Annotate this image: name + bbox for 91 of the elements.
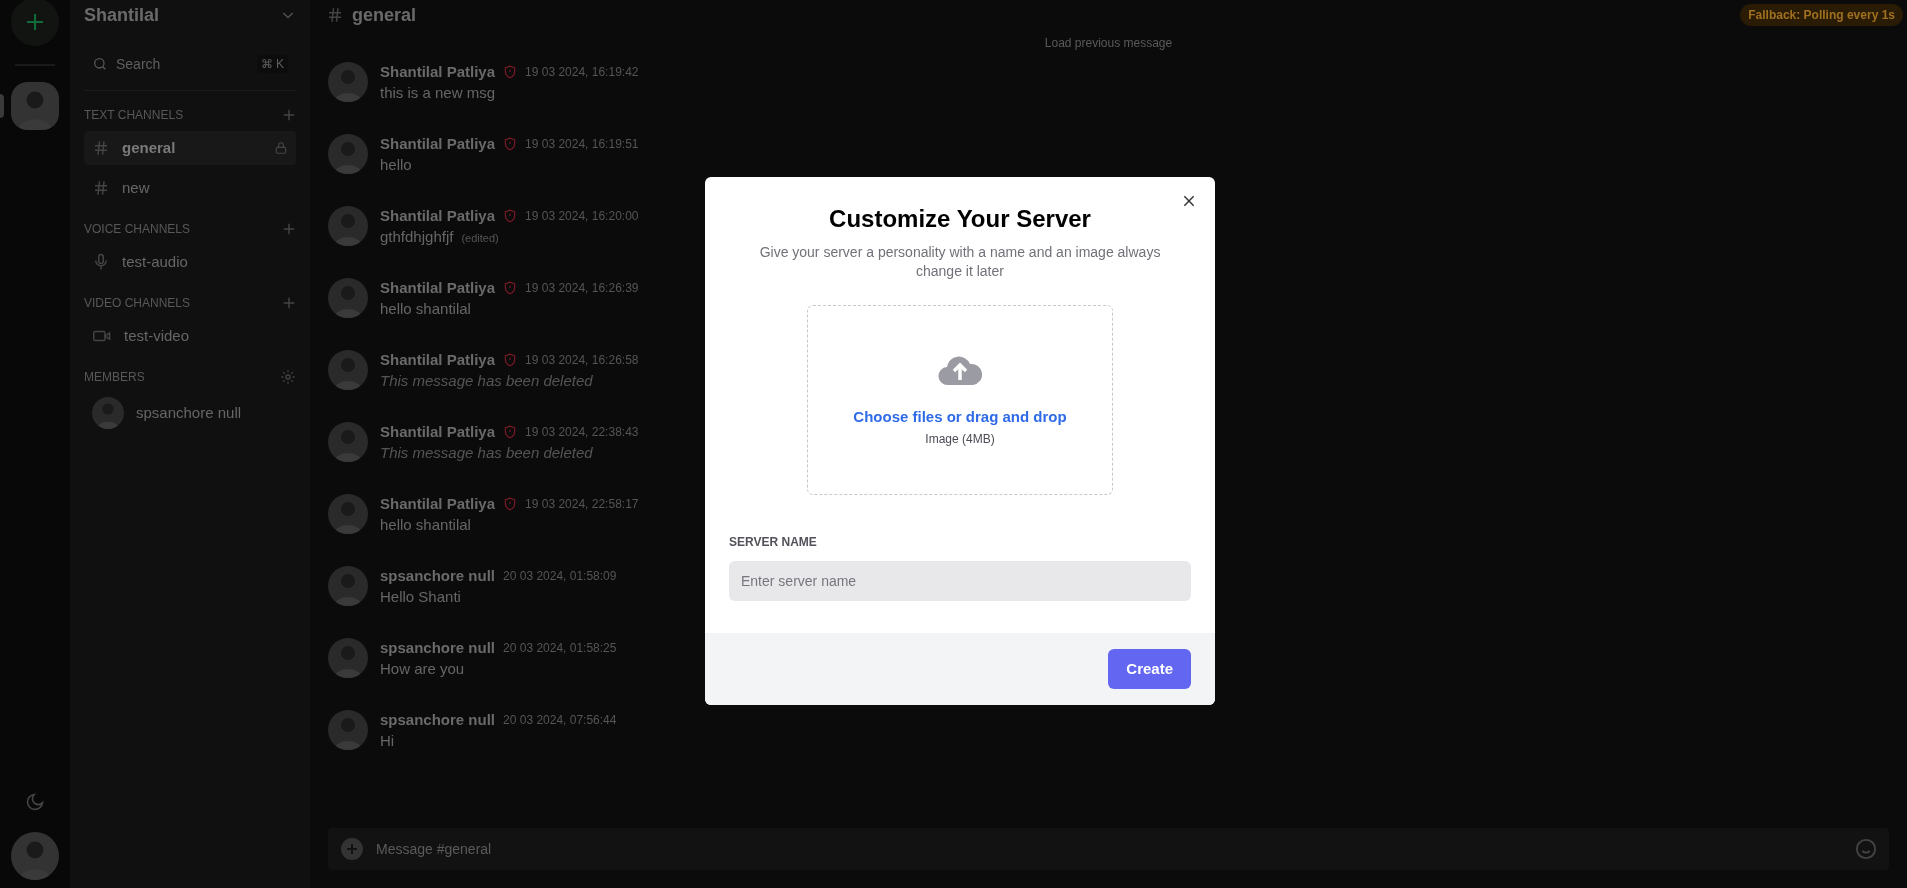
avatar-icon: [328, 494, 368, 534]
avatar-icon: [328, 134, 368, 174]
modal-title: Customize Your Server: [829, 204, 1091, 234]
smiley-icon[interactable]: [1855, 838, 1877, 860]
avatar-icon: [328, 638, 368, 678]
active-indicator: [0, 94, 4, 118]
message-text: hello: [380, 155, 412, 175]
timestamp: 20 03 2024, 01:58:25: [503, 640, 617, 657]
timestamp: 19 03 2024, 16:26:39: [525, 280, 639, 297]
author-name: Shantilal Patliya: [380, 421, 496, 442]
field-label: SERVER NAME: [729, 534, 818, 551]
message-text: this is a new msg: [380, 83, 496, 103]
search-icon: [92, 56, 108, 72]
server-name: Shantilal: [84, 3, 159, 27]
author-name: spsanchore null: [380, 637, 496, 658]
channel-item[interactable]: test-audio: [84, 245, 296, 279]
message-text: Hi: [380, 731, 395, 751]
message-text: hello shantilal: [380, 515, 471, 535]
plus-icon[interactable]: [282, 222, 296, 236]
author-name: Shantilal Patliya: [380, 349, 496, 370]
channel-item[interactable]: new: [84, 171, 296, 205]
channel-title: general: [352, 3, 418, 27]
upload-hint: Image (4MB): [925, 431, 995, 449]
add-server-button[interactable]: [11, 0, 59, 46]
search-placeholder: Search: [116, 54, 162, 74]
plus-icon[interactable]: [282, 296, 296, 310]
message-text: Hello Shanti: [380, 587, 461, 607]
microphone-icon: [92, 253, 110, 271]
channel-item[interactable]: test-video: [84, 319, 296, 353]
close-icon: [1182, 194, 1196, 208]
load-previous-link[interactable]: Load previous message: [1044, 34, 1173, 52]
message-text: This message has been deleted: [380, 371, 593, 391]
author-name: Shantilal Patliya: [380, 133, 496, 154]
author-name: Shantilal Patliya: [380, 61, 496, 82]
search-button[interactable]: Search ⌘ K: [84, 50, 296, 78]
message-text: This message has been deleted: [380, 443, 593, 463]
timestamp: 19 03 2024, 16:26:58: [525, 352, 639, 369]
plus-icon[interactable]: [282, 108, 296, 122]
author-name: spsanchore null: [380, 565, 496, 586]
avatar-icon: [11, 82, 59, 130]
channel-name: spsanchore null: [136, 402, 243, 423]
timestamp: 19 03 2024, 16:20:00: [525, 208, 639, 225]
author-name: Shantilal Patliya: [380, 277, 496, 298]
avatar-icon: [92, 397, 124, 429]
author-name: Shantilal Patliya: [380, 205, 496, 226]
avatar-icon: [328, 206, 368, 246]
message-text: hello shantilal: [380, 299, 471, 319]
section-heading: VIDEO CHANNELS: [84, 295, 191, 312]
timestamp: 19 03 2024, 16:19:51: [525, 136, 639, 153]
avatar-icon: [328, 350, 368, 390]
channel-item[interactable]: general: [84, 131, 296, 165]
avatar-icon: [328, 566, 368, 606]
message-text: gthfdhjghfjf: [380, 227, 454, 247]
avatar-icon: [328, 62, 368, 102]
message-input[interactable]: Message #general: [376, 838, 1843, 860]
avatar-icon: [11, 832, 59, 880]
channel-name: new: [122, 177, 151, 198]
section-heading: TEXT CHANNELS: [84, 107, 184, 124]
channel-name: test-video: [124, 325, 191, 346]
add-attachment-icon[interactable]: [340, 837, 364, 861]
hash-icon: [326, 6, 344, 24]
create-button[interactable]: Create: [1108, 649, 1191, 689]
section-heading: MEMBERS: [84, 369, 145, 386]
hash-icon: [92, 179, 110, 197]
avatar-icon: [328, 278, 368, 318]
status-badge: Fallback: Polling every 1s: [1740, 4, 1903, 26]
author-name: Shantilal Patliya: [380, 493, 496, 514]
user-avatar-button[interactable]: [11, 832, 59, 880]
author-name: spsanchore null: [380, 709, 496, 730]
section-heading: VOICE CHANNELS: [84, 221, 191, 238]
shortcut-hint: ⌘ K: [256, 55, 288, 73]
message-text: How are you: [380, 659, 465, 679]
modal-subtitle: Give your server a personality with a name and an image always change it later: [758, 243, 1162, 281]
choose-files-link[interactable]: Choose files or drag and drop: [853, 405, 1067, 429]
channel-name: test-audio: [122, 251, 189, 272]
edited-label: (edited): [461, 231, 499, 246]
timestamp: 19 03 2024, 22:58:17: [525, 496, 639, 513]
timestamp: 20 03 2024, 01:58:09: [503, 568, 617, 585]
channel-name: general: [122, 137, 177, 158]
member-item[interactable]: spsanchore null: [84, 393, 296, 433]
message-composer[interactable]: Message #general: [328, 828, 1889, 870]
server-button[interactable]: [11, 82, 59, 130]
avatar-icon: [328, 422, 368, 462]
timestamp: 20 03 2024, 07:56:44: [503, 712, 617, 729]
moon-icon[interactable]: [25, 792, 45, 812]
upload-dropzone[interactable]: Choose files or drag and drop Image (4MB): [807, 305, 1113, 495]
hash-icon: [92, 139, 110, 157]
avatar-icon: [328, 710, 368, 750]
server-name-field[interactable]: Enter server name: [729, 561, 1191, 601]
timestamp: 19 03 2024, 16:19:42: [525, 64, 639, 81]
timestamp: 19 03 2024, 22:38:43: [525, 424, 639, 441]
